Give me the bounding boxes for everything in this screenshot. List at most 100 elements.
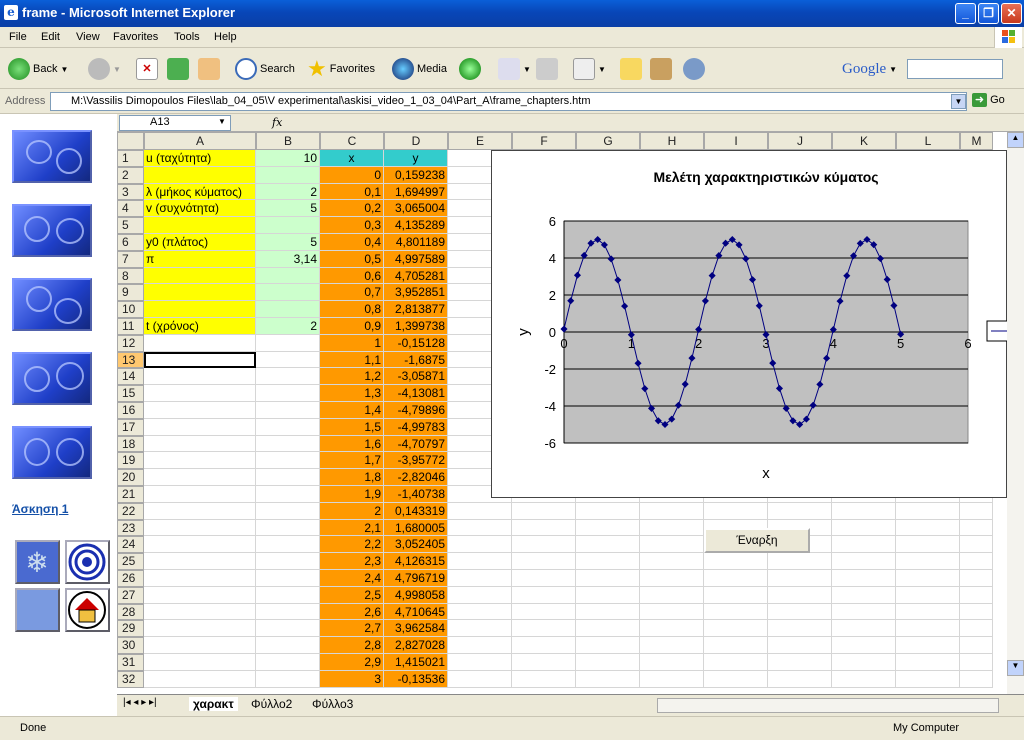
y-value-cell[interactable]: 2,813877 — [384, 301, 448, 318]
start-button[interactable]: Έναρξη — [704, 528, 810, 553]
row-header[interactable]: 16 — [117, 402, 144, 419]
cell[interactable] — [512, 586, 576, 604]
tab-sheet-3[interactable]: Φύλλο3 — [312, 697, 353, 711]
row-header[interactable]: 3 — [117, 183, 144, 201]
y-value-cell[interactable]: -1,40738 — [384, 486, 448, 503]
cell[interactable] — [960, 670, 993, 688]
cell[interactable] — [144, 402, 256, 419]
cell[interactable] — [832, 586, 896, 604]
row-header[interactable]: 31 — [117, 654, 144, 671]
cell[interactable] — [512, 670, 576, 688]
google-search-input[interactable] — [907, 59, 1003, 79]
param-value-cell[interactable] — [256, 284, 320, 302]
cell[interactable] — [640, 536, 704, 554]
cell[interactable] — [960, 637, 993, 654]
row-header[interactable]: 25 — [117, 553, 144, 570]
cell[interactable] — [704, 637, 768, 654]
x-value-cell[interactable]: 2,2 — [320, 536, 384, 554]
cell[interactable] — [256, 351, 320, 369]
cell[interactable] — [704, 620, 768, 638]
row-header[interactable]: 8 — [117, 267, 144, 285]
column-header[interactable]: H — [640, 132, 704, 150]
y-value-cell[interactable]: 4,997589 — [384, 250, 448, 268]
y-value-cell[interactable]: 1,694997 — [384, 183, 448, 201]
cell[interactable] — [512, 603, 576, 621]
y-value-cell[interactable]: 0,159238 — [384, 166, 448, 184]
cell[interactable] — [144, 418, 256, 436]
cell[interactable] — [640, 603, 704, 621]
cell[interactable] — [896, 586, 960, 604]
x-value-cell[interactable]: 1,7 — [320, 452, 384, 470]
cell[interactable] — [640, 620, 704, 638]
cell[interactable] — [704, 586, 768, 604]
row-header[interactable]: 2 — [117, 166, 144, 184]
cell[interactable] — [896, 670, 960, 688]
messenger-button[interactable] — [683, 56, 705, 82]
row-header[interactable]: 12 — [117, 334, 144, 352]
cell[interactable] — [448, 519, 512, 537]
cell[interactable] — [144, 368, 256, 386]
row-header[interactable]: 9 — [117, 284, 144, 302]
param-label-cell[interactable]: t (χρόνος) — [144, 318, 256, 335]
row-header[interactable]: 21 — [117, 486, 144, 503]
home-icon[interactable] — [65, 588, 110, 632]
cell[interactable] — [832, 654, 896, 671]
menu-tools[interactable]: Tools — [174, 31, 200, 43]
param-value-cell[interactable] — [256, 166, 320, 184]
cell[interactable] — [256, 570, 320, 587]
cell[interactable] — [256, 368, 320, 386]
y-value-cell[interactable]: 3,962584 — [384, 620, 448, 638]
active-cell-a13[interactable] — [144, 351, 256, 369]
cell[interactable] — [256, 435, 320, 453]
y-value-cell[interactable]: 4,705281 — [384, 267, 448, 285]
row-header[interactable]: 5 — [117, 217, 144, 234]
cell[interactable] — [960, 502, 993, 520]
cell[interactable] — [576, 603, 640, 621]
row-header[interactable]: 14 — [117, 368, 144, 386]
address-dropdown-icon[interactable]: ▼ — [951, 94, 966, 109]
spreadsheet-grid[interactable]: ABCDEFGHIJKLM1u (ταχύτητα) 10 x y 2 0 0,159238… — [117, 132, 1007, 694]
cell[interactable] — [144, 536, 256, 554]
cell[interactable] — [640, 519, 704, 537]
y-value-cell[interactable]: 2,827028 — [384, 637, 448, 654]
cell[interactable] — [448, 536, 512, 554]
cell[interactable] — [576, 637, 640, 654]
cell[interactable] — [832, 536, 896, 554]
cell[interactable] — [144, 553, 256, 570]
cell[interactable] — [704, 570, 768, 587]
home-button[interactable] — [198, 56, 220, 82]
row-header[interactable]: 10 — [117, 301, 144, 318]
cell[interactable] — [640, 570, 704, 587]
search-button[interactable]: Search — [235, 56, 295, 82]
x-value-cell[interactable]: 0,6 — [320, 267, 384, 285]
cell[interactable] — [512, 570, 576, 587]
back-button[interactable]: Back ▼ — [8, 56, 68, 82]
row-header[interactable]: 6 — [117, 234, 144, 251]
cell[interactable] — [256, 654, 320, 671]
cell[interactable] — [448, 586, 512, 604]
param-value-cell[interactable]: 5 — [256, 234, 320, 251]
maximize-button[interactable]: ❐ — [978, 3, 999, 24]
google-label[interactable]: Google ▼ — [842, 56, 897, 82]
name-box[interactable]: A13 ▼ — [119, 115, 231, 131]
cell[interactable] — [768, 654, 832, 671]
cell[interactable] — [256, 603, 320, 621]
param-value-cell[interactable]: 2 — [256, 318, 320, 335]
cell[interactable] — [768, 586, 832, 604]
cell[interactable] — [576, 553, 640, 570]
y-value-cell[interactable]: 4,801189 — [384, 234, 448, 251]
row-header[interactable]: 32 — [117, 670, 144, 688]
target-icon[interactable] — [65, 540, 110, 584]
cell[interactable] — [576, 670, 640, 688]
cell[interactable] — [448, 637, 512, 654]
cell[interactable] — [256, 553, 320, 570]
menu-favorites[interactable]: Favorites — [113, 31, 158, 43]
favorites-button[interactable]: ★ Favorites — [307, 56, 375, 82]
cell[interactable] — [512, 536, 576, 554]
grid-icon[interactable] — [15, 588, 60, 632]
wave-chart[interactable]: Μελέτη χαρακτηριστικών κύματος 6 4 2 0 -2 -4 -6… — [491, 150, 1007, 498]
cell[interactable] — [704, 553, 768, 570]
select-all-corner[interactable] — [117, 132, 144, 150]
cell[interactable] — [896, 654, 960, 671]
cell[interactable] — [960, 519, 993, 537]
